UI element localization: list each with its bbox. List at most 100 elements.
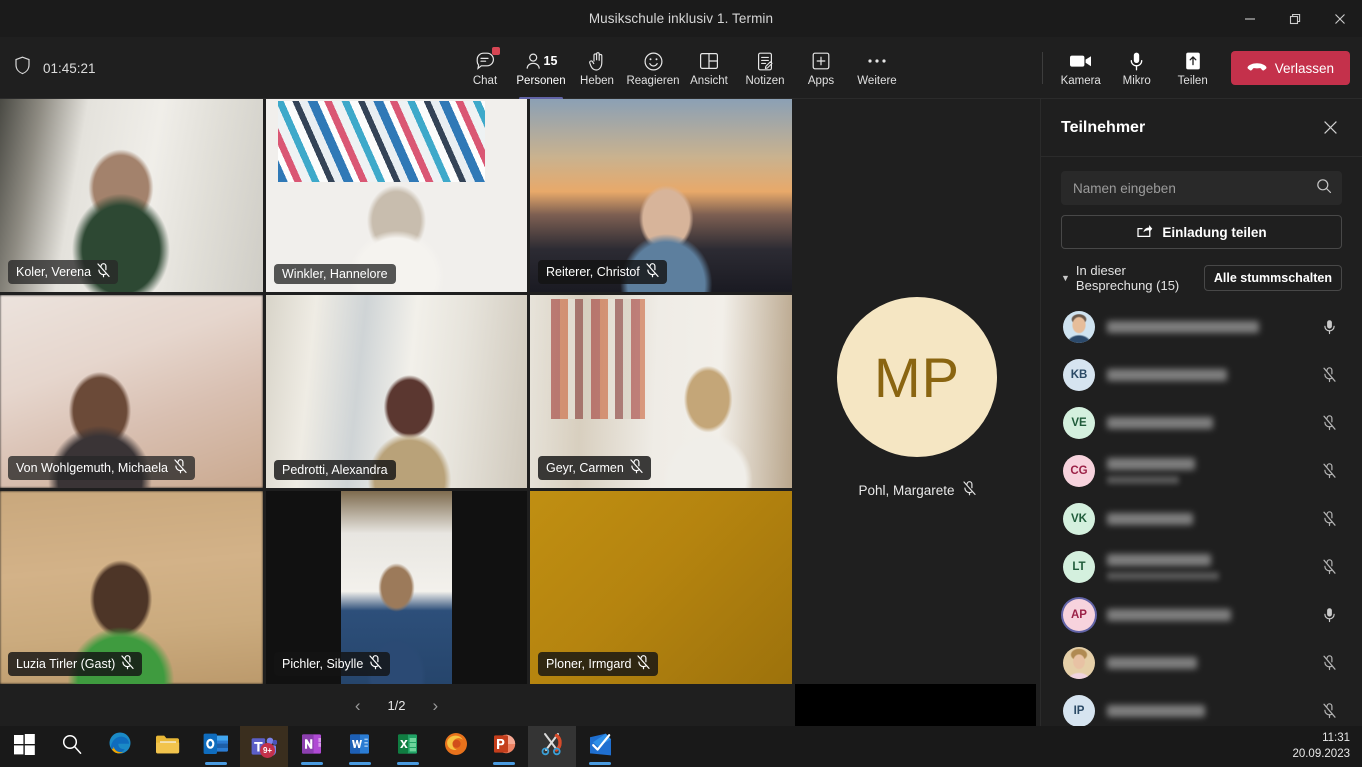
avatar-initials: IP [1073, 705, 1085, 717]
participant-search[interactable] [1061, 171, 1342, 205]
windows-logo-icon [13, 733, 35, 760]
restore-icon[interactable] [1272, 0, 1317, 37]
taskbar-app-outlook[interactable] [192, 726, 240, 767]
participant-role-redacted [1107, 572, 1219, 580]
mute-all-button[interactable]: Alle stummschalten [1203, 265, 1342, 291]
tile-name-chip: Von Wohlgemuth, Michaela [8, 456, 195, 480]
toolbar-button-chat[interactable]: Chat [457, 39, 513, 97]
participants-panel: Teilnehmer Namen eingeben Einladung teil… [1040, 99, 1362, 727]
leave-meeting-button[interactable]: Verlassen [1230, 51, 1350, 85]
list-item[interactable] [1061, 639, 1342, 687]
tile-name-chip: Winkler, Hannelore [274, 264, 396, 284]
people-icon: 15 [525, 49, 557, 73]
page-indicator: 1/2 [387, 697, 406, 713]
participants-list: KB VE CG VK LT AP IP [1061, 303, 1342, 735]
mic-muted-icon[interactable] [1318, 511, 1340, 527]
toolbar-label-ansicht: Ansicht [690, 75, 728, 87]
toolbar-label-heben: Heben [580, 75, 614, 87]
video-tile[interactable]: Von Wohlgemuth, Michaela [0, 295, 263, 488]
more-ellipsis-icon [866, 49, 888, 73]
toolbar-button-kamera[interactable]: Kamera [1053, 39, 1109, 97]
previous-page-button[interactable]: ‹ [349, 695, 367, 716]
close-icon[interactable] [1317, 0, 1362, 37]
mic-muted-icon[interactable] [1318, 415, 1340, 431]
toolbar-button-personen[interactable]: 15 Personen [513, 39, 569, 97]
video-tile-active-speaker[interactable]: Pedrotti, Alexandra [266, 295, 527, 488]
taskbar-app-microsoft-teams[interactable]: 9+ [240, 726, 288, 767]
list-item[interactable]: VK [1061, 495, 1342, 543]
participant-name-redacted [1107, 369, 1227, 381]
edge-icon [107, 731, 133, 762]
mic-muted-icon[interactable] [1318, 367, 1340, 383]
participants-section-header: ▼ In dieser Besprechung (15) Alle stumms… [1061, 263, 1342, 293]
next-page-button[interactable]: › [427, 695, 445, 716]
tile-participant-name: Pichler, Sibylle [282, 657, 364, 671]
participant-name-redacted [1107, 554, 1211, 566]
toolbar-button-teilen[interactable]: Teilen [1165, 39, 1221, 97]
mic-muted-icon [637, 655, 651, 673]
participant-info [1107, 513, 1306, 525]
taskbar-app-onenote-quicknote[interactable] [576, 726, 624, 767]
video-tile[interactable]: Pichler, Sibylle [266, 491, 527, 684]
microphone-icon [1129, 49, 1144, 73]
avatar [1063, 647, 1095, 679]
taskbar-app-file-explorer[interactable] [144, 726, 192, 767]
video-tile[interactable]: Ploner, Irmgard [530, 491, 792, 684]
list-item[interactable]: AP [1061, 591, 1342, 639]
list-item[interactable]: CG [1061, 447, 1342, 495]
mic-active-icon[interactable] [1318, 607, 1340, 623]
center-participant-tile[interactable]: MP Pohl, Margarete [797, 233, 1037, 563]
chevron-down-icon[interactable]: ▼ [1061, 273, 1070, 283]
video-tile[interactable]: Koler, Verena [0, 99, 263, 292]
toolbar-button-apps[interactable]: Apps [793, 39, 849, 97]
center-participant-name-row: Pohl, Margarete [858, 481, 976, 499]
video-tile[interactable]: Reiterer, Christof [530, 99, 792, 292]
toolbar-button-notizen[interactable]: Notizen [737, 39, 793, 97]
list-item[interactable]: KB [1061, 351, 1342, 399]
taskbar-app-word[interactable] [336, 726, 384, 767]
taskbar-app-excel[interactable] [384, 726, 432, 767]
search-input[interactable] [1073, 180, 1316, 196]
toolbar-button-heben[interactable]: Heben [569, 39, 625, 97]
teams-meeting-window: Musikschule inklusiv 1. Termin 01:45:21 … [0, 0, 1362, 767]
taskbar-app-powerpoint[interactable] [480, 726, 528, 767]
list-item[interactable]: VE [1061, 399, 1342, 447]
video-tile[interactable]: Winkler, Hannelore [266, 99, 527, 292]
powerpoint-icon [492, 732, 516, 761]
tile-participant-name: Pedrotti, Alexandra [282, 463, 388, 477]
list-item[interactable]: LT [1061, 543, 1342, 591]
minimize-icon[interactable] [1227, 0, 1272, 37]
toolbar-label-teilen: Teilen [1177, 75, 1208, 87]
mic-muted-icon[interactable] [1318, 703, 1340, 719]
video-tile[interactable]: Luzia Tirler (Gast) [0, 491, 263, 684]
taskbar-app-snipping-tool[interactable] [528, 726, 576, 767]
video-tile[interactable]: Geyr, Carmen [530, 295, 792, 488]
mic-muted-icon [369, 655, 382, 673]
search-taskbar-button[interactable] [48, 726, 96, 767]
list-item[interactable] [1061, 303, 1342, 351]
toolbar-button-reagieren[interactable]: Reagieren [625, 39, 681, 97]
mic-muted-icon[interactable] [1318, 655, 1340, 671]
share-invite-button[interactable]: Einladung teilen [1061, 215, 1342, 249]
mic-muted-icon [962, 481, 976, 499]
taskbar-app-microsoft-edge[interactable] [96, 726, 144, 767]
start-button[interactable] [0, 726, 48, 767]
mic-muted-icon[interactable] [1318, 559, 1340, 575]
taskbar-app-firefox[interactable] [432, 726, 480, 767]
mic-active-icon[interactable] [1318, 319, 1340, 335]
tile-participant-name: Luzia Tirler (Gast) [16, 657, 116, 671]
toolbar-button-ansicht[interactable]: Ansicht [681, 39, 737, 97]
mic-muted-icon[interactable] [1318, 463, 1340, 479]
toolbar-button-mikro[interactable]: Mikro [1109, 39, 1165, 97]
avatar-initials: CG [1070, 465, 1088, 477]
participant-name-redacted [1107, 657, 1197, 669]
taskbar-clock[interactable]: 11:31 20.09.2023 [1292, 726, 1350, 767]
tile-name-chip: Ploner, Irmgard [538, 652, 659, 676]
participant-info [1107, 417, 1306, 429]
search-icon[interactable] [1316, 178, 1332, 199]
toolbar-button-weitere[interactable]: Weitere [849, 39, 905, 97]
window-title: Musikschule inklusiv 1. Termin [588, 11, 774, 26]
close-icon[interactable] [1317, 114, 1344, 141]
mic-muted-icon [121, 655, 134, 673]
taskbar-app-onenote[interactable] [288, 726, 336, 767]
